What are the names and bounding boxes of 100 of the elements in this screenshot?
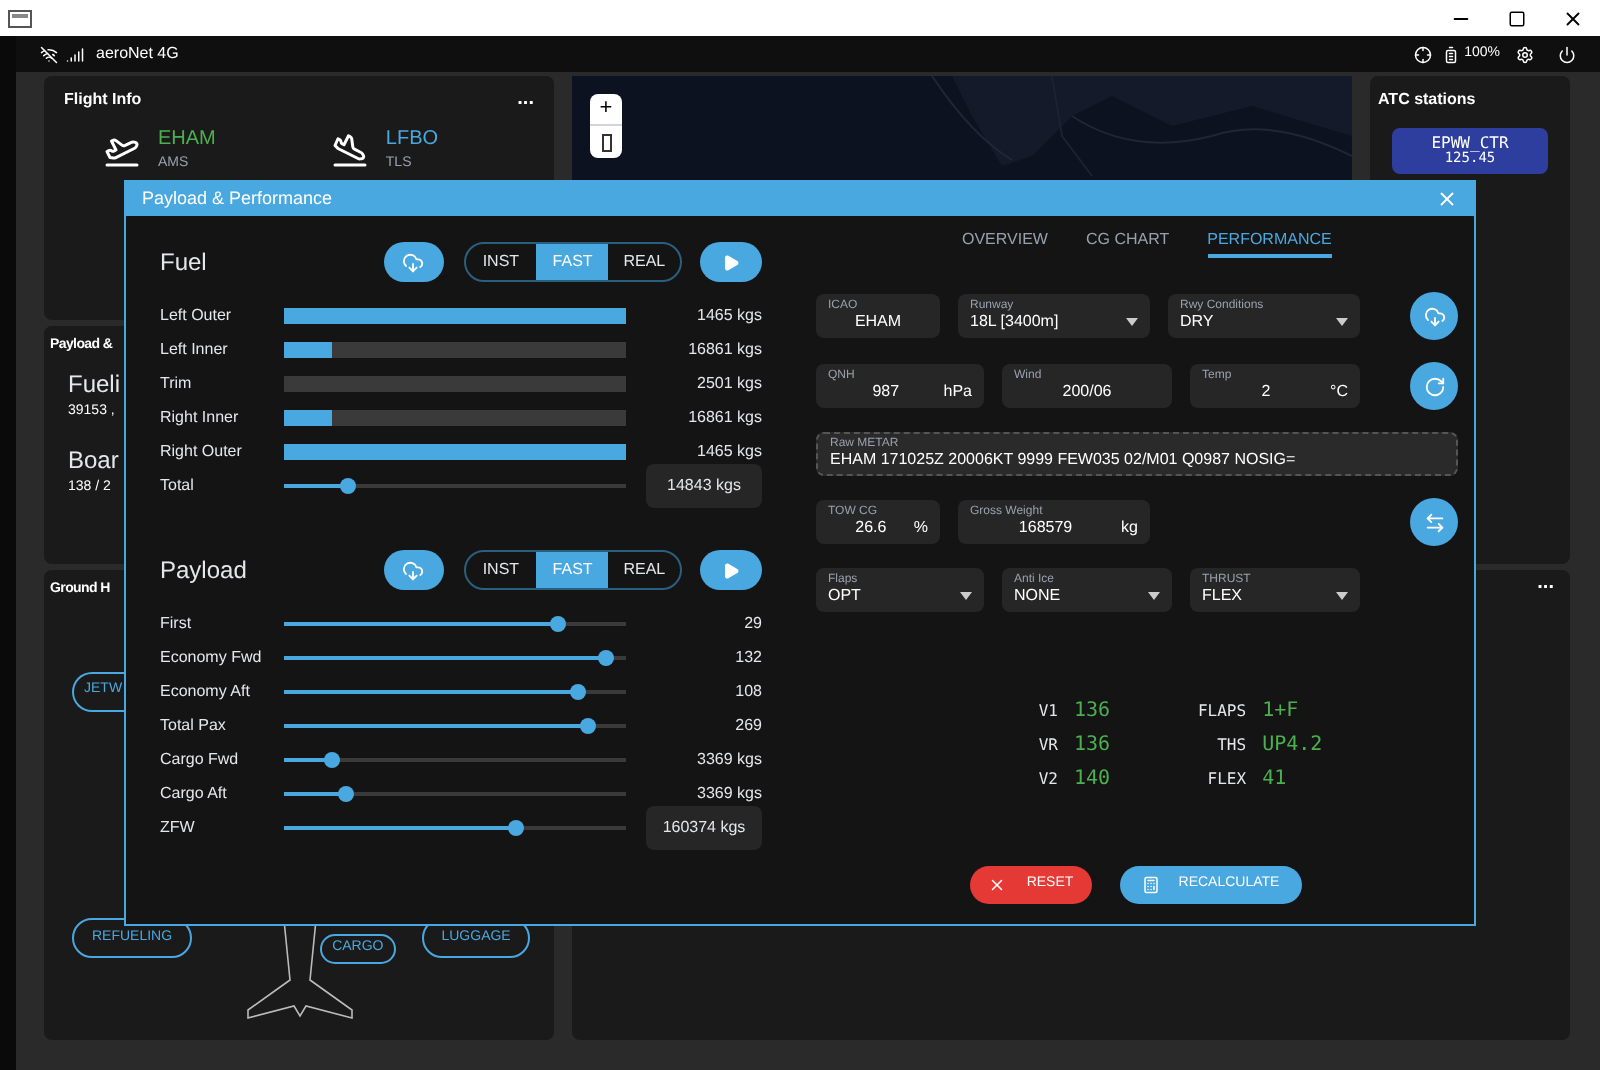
result-value: 41: [1262, 766, 1287, 794]
unit-label: %: [913, 518, 928, 538]
row-label: Economy Aft: [160, 679, 252, 703]
dropdown-caret-icon: [1148, 592, 1160, 600]
slider-thumb[interactable]: [340, 477, 357, 493]
refresh-icon: [1423, 375, 1445, 397]
row-value: 29: [744, 611, 762, 635]
result-label: FLAPS: [1195, 699, 1247, 723]
tab[interactable]: PERFORMANCE: [1207, 224, 1332, 258]
close-icon: [988, 876, 1007, 894]
more-menu[interactable]: ...: [517, 90, 534, 110]
mode-tab[interactable]: INST: [465, 552, 537, 588]
calculator-icon: [1142, 876, 1161, 894]
settings-icon[interactable]: [1516, 45, 1534, 63]
field-value: 2: [1259, 382, 1273, 402]
result-label: VR: [1036, 733, 1058, 757]
dialog-title: Payload & Performance: [142, 185, 333, 212]
dropdown-caret-icon: [1336, 592, 1348, 600]
refresh-button[interactable]: [1410, 362, 1458, 410]
unit-label: hPa: [943, 382, 972, 402]
row-label: Cargo Aft: [160, 781, 229, 805]
close-icon[interactable]: [1562, 7, 1584, 29]
play-button[interactable]: [700, 550, 762, 590]
result-value: UP4.2: [1262, 732, 1323, 760]
section-title: Payload: [160, 554, 249, 588]
swap-icon: [1423, 511, 1445, 533]
field-value: 200/06: [1060, 382, 1114, 402]
slider-thumb[interactable]: [337, 785, 354, 801]
field-value: EHAM: [852, 312, 904, 332]
cloud-download-icon: [402, 559, 425, 581]
row-value: 3369 kgs: [697, 781, 762, 805]
slider-thumb[interactable]: [580, 717, 597, 733]
tab[interactable]: OVERVIEW: [962, 224, 1048, 258]
boarding-label: Boar: [68, 444, 119, 478]
slider-thumb[interactable]: [323, 751, 340, 767]
fueling-label: Fueli: [68, 367, 121, 401]
cloud-download-icon: [1423, 305, 1445, 327]
row-label: ZFW: [160, 815, 197, 839]
play-icon: [722, 561, 741, 579]
slider-thumb[interactable]: [570, 683, 587, 699]
slider-thumb[interactable]: [508, 819, 525, 835]
field-value: 18L [3400m]: [970, 312, 1059, 332]
row-label: Cargo Fwd: [160, 747, 241, 771]
card-title: Flight Info: [64, 88, 142, 112]
row-value: 2501 kgs: [697, 371, 762, 395]
row-value: 269: [735, 713, 762, 737]
download-button[interactable]: [1410, 292, 1458, 340]
section-title: Fuel: [160, 246, 209, 280]
field-value: OPT: [828, 586, 861, 606]
field-value: 987: [870, 382, 902, 402]
row-value: 16861 kgs: [688, 337, 762, 361]
power-icon[interactable]: [1558, 45, 1576, 63]
unit-label: kg: [1121, 518, 1138, 538]
card-title: ATC stations: [1378, 88, 1478, 112]
mode-tab[interactable]: INST: [465, 244, 537, 280]
zoom-out-icon[interactable]: [601, 133, 611, 151]
download-button[interactable]: [383, 242, 444, 282]
dropdown-caret-icon: [960, 592, 972, 600]
signal-icon: [66, 45, 84, 63]
row-value: 1465 kgs: [697, 439, 762, 463]
row-value: 108: [735, 679, 762, 703]
mode-tab[interactable]: REAL: [608, 552, 681, 588]
swap-button[interactable]: [1410, 498, 1458, 546]
row-label: Economy Fwd: [160, 645, 264, 669]
cloud-download-icon: [402, 251, 425, 273]
slider-thumb[interactable]: [549, 615, 566, 631]
battery-icon: [1442, 45, 1461, 63]
result-label: FLEX: [1205, 767, 1247, 791]
mode-tab[interactable]: REAL: [608, 244, 681, 280]
more-menu[interactable]: ...: [1537, 574, 1554, 1040]
result-value: 136: [1074, 698, 1111, 726]
field-value: EHAM 171025Z 20006KT 9999 FEW035 02/M01 Q0987 NOSIG=: [830, 450, 1298, 470]
tab[interactable]: CG CHART: [1085, 224, 1170, 258]
dropdown-caret-icon: [1336, 318, 1348, 326]
play-icon: [722, 253, 741, 271]
airport-code: EHAM: [158, 126, 216, 154]
slider-thumb[interactable]: [597, 649, 614, 665]
dropdown-caret-icon: [1126, 318, 1138, 326]
play-button[interactable]: [700, 242, 762, 282]
result-value: 1+F: [1262, 698, 1299, 726]
download-button[interactable]: [383, 550, 444, 590]
row-label: Left Inner: [160, 337, 230, 361]
row-value: 132: [735, 645, 762, 669]
field-value: NONE: [1014, 586, 1061, 606]
result-label: V1: [1036, 699, 1058, 723]
row-label: Left Outer: [160, 303, 234, 327]
airport-code: LFBO: [385, 126, 439, 154]
row-label: Right Inner: [160, 405, 241, 429]
row-label: Total Pax: [160, 713, 228, 737]
result-value: 140: [1074, 766, 1111, 794]
unit-label: °C: [1330, 382, 1348, 402]
result-value: 136: [1074, 732, 1111, 760]
row-value: 16861 kgs: [688, 405, 762, 429]
field-value: DRY: [1180, 312, 1214, 332]
row-value: 1465 kgs: [697, 303, 762, 327]
maximize-icon[interactable]: [1508, 9, 1526, 27]
result-label: V2: [1036, 767, 1058, 791]
row-label: Trim: [160, 371, 194, 395]
app-icon: [8, 9, 32, 27]
total-value: 14843 kgs: [646, 463, 762, 507]
